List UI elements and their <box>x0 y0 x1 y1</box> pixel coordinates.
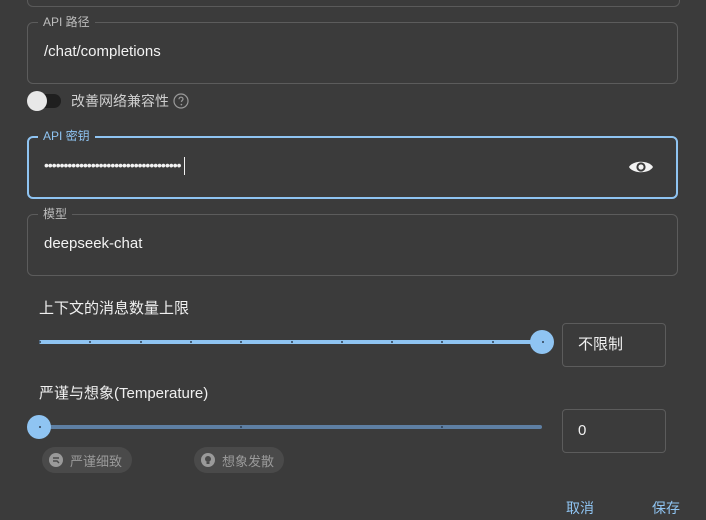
temperature-slider-rail[interactable] <box>39 425 542 429</box>
chip-imaginative-label: 想象发散 <box>222 453 275 469</box>
context-limit-value-box[interactable]: 不限制 <box>562 323 666 367</box>
slider-mark <box>39 426 41 428</box>
temperature-slider[interactable] <box>27 415 542 439</box>
cancel-button[interactable]: 取消 <box>566 498 594 518</box>
api-key-value[interactable]: ••••••••••••••••••••••••••••••••••• <box>44 157 185 176</box>
slider-mark <box>139 341 142 343</box>
chip-imaginative[interactable]: 想象发散 <box>194 447 285 473</box>
temperature-title: 严谨与想象(Temperature) <box>39 385 209 402</box>
model-value[interactable]: deepseek-chat <box>44 235 142 252</box>
api-key-legend: API 密钥 <box>38 128 95 144</box>
previous-field-remnant <box>27 0 680 7</box>
help-circle-icon[interactable] <box>173 93 189 109</box>
api-key-masked: ••••••••••••••••••••••••••••••••••• <box>44 157 182 173</box>
model-field[interactable]: 模型 deepseek-chat <box>27 206 678 276</box>
context-limit-slider[interactable] <box>39 330 554 354</box>
api-path-value[interactable]: /chat/completions <box>44 43 161 60</box>
api-path-field[interactable]: API 路径 /chat/completions <box>27 14 678 84</box>
api-key-field[interactable]: API 密钥 •••••••••••••••••••••••••••••••••… <box>27 128 678 199</box>
slider-mark <box>189 341 192 343</box>
compat-toggle-row: 改善网络兼容性 <box>27 91 189 111</box>
compat-toggle-thumb[interactable] <box>27 91 47 111</box>
lightbulb-icon <box>201 453 215 467</box>
slider-mark <box>491 341 494 343</box>
chip-precise-label: 严谨细致 <box>70 453 123 469</box>
precise-icon <box>49 453 63 467</box>
context-limit-title: 上下文的消息数量上限 <box>39 300 190 317</box>
slider-mark <box>290 341 293 343</box>
compat-toggle-label: 改善网络兼容性 <box>71 93 169 109</box>
save-button[interactable]: 保存 <box>652 498 680 518</box>
text-caret <box>183 157 185 176</box>
eye-icon[interactable] <box>628 158 654 176</box>
compat-toggle[interactable] <box>27 91 61 111</box>
slider-mark <box>39 341 41 343</box>
chip-precise[interactable]: 严谨细致 <box>42 447 133 473</box>
slider-mark <box>340 341 343 343</box>
temperature-value-box[interactable]: 0 <box>562 409 666 453</box>
model-legend: 模型 <box>38 206 73 222</box>
api-path-legend: API 路径 <box>38 14 95 30</box>
slider-mark <box>542 341 544 343</box>
